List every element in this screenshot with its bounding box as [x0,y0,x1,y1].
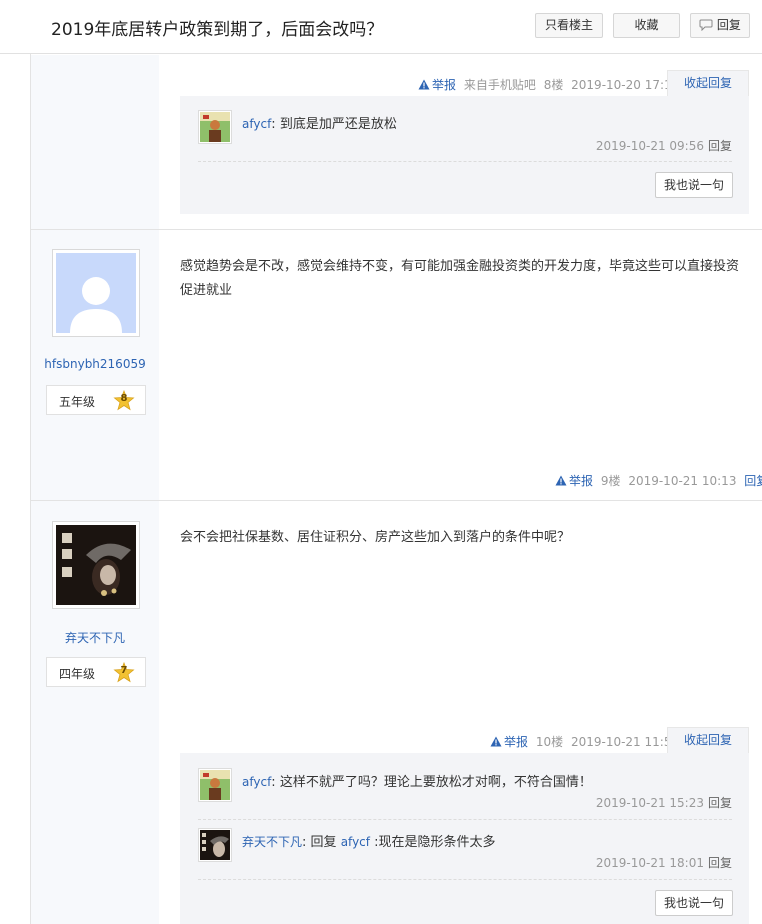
warning-icon [555,475,567,486]
avatar[interactable] [198,110,232,144]
reply-meta: 2019-10-21 18:01 回复 [596,854,732,871]
post-author-name[interactable]: hfsbnybh216059 [31,357,159,371]
post-time: 2019-10-20 17:15 [571,78,680,92]
reply-content: afycf: 到底是加严还是放松 [242,117,397,132]
post-content: 感觉趋势会是不改，感觉会维持不变，有可能加强金融投资类的开发力度，毕竟这些可以直… [180,259,740,298]
reply-target-username[interactable]: afycf [341,835,370,849]
reply-item: afycf: 这样不就严了吗？理论上要放松才对啊，不符合国情！ 2019-10-… [198,768,732,820]
reply-username[interactable]: afycf [242,775,271,789]
post-content: 会不会把社保基数、居住证积分、房产这些加入到落户的条件中呢？ [180,530,571,545]
post-source: 来自手机贴吧 [463,78,536,92]
avatar[interactable] [52,521,140,609]
floor-number: 9楼 [600,474,621,488]
reply-content: 弃天不下凡: 回复 afycf :现在是隐形条件太多 [242,835,496,850]
favorite-button[interactable]: 收藏 [613,13,680,38]
report-link[interactable]: 举报 [490,735,532,749]
post-author-name[interactable]: 弃天不下凡 [31,629,159,646]
reply-separator [198,161,732,162]
reply-meta: 2019-10-21 15:23 回复 [596,794,732,811]
reply-link[interactable]: 回复 [708,796,732,810]
reply-item: afycf: 到底是加严还是放松 2019-10-21 09:56 回复 [198,110,732,162]
thread-title: 2019年底居转户政策到期了，后面会改吗？ [51,20,384,40]
level-number: 8 [120,393,128,404]
post-9-tail: 举报 9楼 2019-10-21 10:13 回复 [555,472,762,489]
floor-number: 8楼 [543,78,564,92]
reply-time: 2019-10-21 15:23 [595,796,704,810]
reply-link[interactable]: 回复 [708,139,732,153]
say-something-button[interactable]: 我也说一句 [655,172,733,198]
warning-icon [418,79,430,90]
post-time: 2019-10-21 11:55 [570,735,680,749]
level-name: 四年级 [59,667,96,681]
reply-content: afycf: 这样不就严了吗？理论上要放松才对啊，不符合国情！ [242,775,592,790]
collapse-replies-tab[interactable]: 收起回复 [667,727,749,753]
avatar[interactable] [52,249,140,337]
reply-text: :现在是隐形条件太多 [374,835,496,850]
reply-prefix: 回复 [310,835,337,850]
reply-link[interactable]: 回复 [708,856,732,870]
reply-time: 2019-10-21 09:56 [595,139,704,153]
level-name: 五年级 [59,395,96,409]
post-8-reply-panel: afycf: 到底是加严还是放松 2019-10-21 09:56 回复 我也说一… [180,96,749,214]
collapse-replies-tab[interactable]: 收起回复 [667,70,749,96]
reply-button[interactable]: 回复 [690,13,750,38]
user-level: 四年级 7 [46,657,146,687]
reply-separator [198,819,732,820]
reply-text: 这样不就严了吗？理论上要放松才对啊，不符合国情！ [279,775,592,790]
post-10-reply-panel: afycf: 这样不就严了吗？理论上要放松才对啊，不符合国情！ 2019-10-… [180,753,749,924]
reply-button-label: 回复 [716,18,741,32]
warning-icon [490,736,502,747]
only-op-button[interactable]: 只看楼主 [535,13,603,38]
post-time: 2019-10-21 10:13 [628,474,737,488]
reply-username[interactable]: afycf [242,117,271,131]
thread-header: 2019年底居转户政策到期了，后面会改吗？ 只看楼主 收藏 回复 [0,0,762,54]
level-number: 7 [120,665,128,676]
reply-link[interactable]: 回复 [744,474,762,488]
report-link[interactable]: 举报 [418,78,460,92]
reply-separator [198,879,732,880]
reply-username[interactable]: 弃天不下凡 [242,835,302,849]
reply-item: 弃天不下凡: 回复 afycf :现在是隐形条件太多 2019-10-21 18… [198,828,732,880]
post-8-tail: 举报 来自手机贴吧 8楼 2019-10-20 17:15 [418,76,679,93]
avatar[interactable] [198,828,232,862]
floor-number: 10楼 [535,735,564,749]
user-level: 五年级 8 [46,385,146,415]
avatar[interactable] [198,768,232,802]
report-link[interactable]: 举报 [555,474,597,488]
reply-meta: 2019-10-21 09:56 回复 [596,137,732,154]
reply-time: 2019-10-21 18:01 [595,856,704,870]
post-10-tail: 举报 10楼 2019-10-21 11:55 [490,733,679,750]
say-something-button[interactable]: 我也说一句 [655,890,733,916]
post-8-sidebar [31,55,159,229]
chat-bubble-icon [699,19,713,32]
reply-text: 到底是加严还是放松 [279,117,397,132]
